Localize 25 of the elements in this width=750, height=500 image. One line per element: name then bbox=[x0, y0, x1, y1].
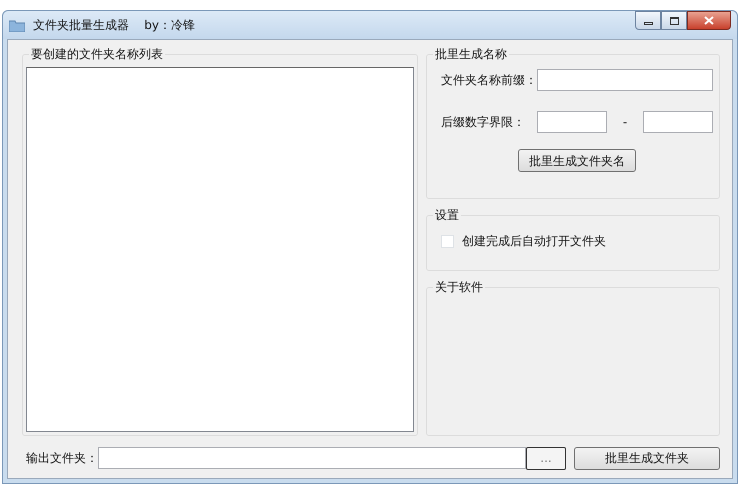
generate-names-button[interactable]: 批里生成文件夹名 bbox=[518, 149, 636, 172]
group-title: 关于软件 bbox=[433, 279, 485, 295]
checkbox[interactable] bbox=[441, 234, 454, 248]
close-button[interactable] bbox=[687, 11, 731, 30]
prefix-label: 文件夹名称前缀： bbox=[441, 72, 537, 89]
window-title: 文件夹批量生成器 by：冷锋 bbox=[33, 17, 195, 34]
range-label: 后缀数字界限： bbox=[441, 114, 526, 131]
close-icon bbox=[704, 16, 714, 25]
browse-button[interactable]: ... bbox=[526, 446, 566, 470]
checkbox-label: 创建完成后自动打开文件夹 bbox=[462, 233, 606, 250]
maximize-icon bbox=[670, 16, 678, 24]
group-title: 要创建的文件夹名称列表 bbox=[29, 46, 165, 62]
minimize-icon bbox=[644, 22, 652, 25]
range-separator: - bbox=[622, 114, 628, 131]
output-folder-field[interactable] bbox=[98, 447, 526, 469]
prefix-field[interactable] bbox=[537, 69, 713, 91]
minimize-button[interactable] bbox=[635, 11, 661, 30]
range-end-field[interactable] bbox=[643, 111, 713, 133]
range-start-field[interactable] bbox=[537, 111, 607, 133]
maximize-button[interactable] bbox=[661, 11, 687, 30]
group-title: 设置 bbox=[433, 207, 461, 223]
group-title: 批里生成名称 bbox=[433, 46, 509, 62]
output-label: 输出文件夹： bbox=[26, 450, 98, 467]
folder-icon bbox=[9, 18, 25, 32]
create-folders-button[interactable]: 批里生成文件夹 bbox=[574, 446, 720, 470]
